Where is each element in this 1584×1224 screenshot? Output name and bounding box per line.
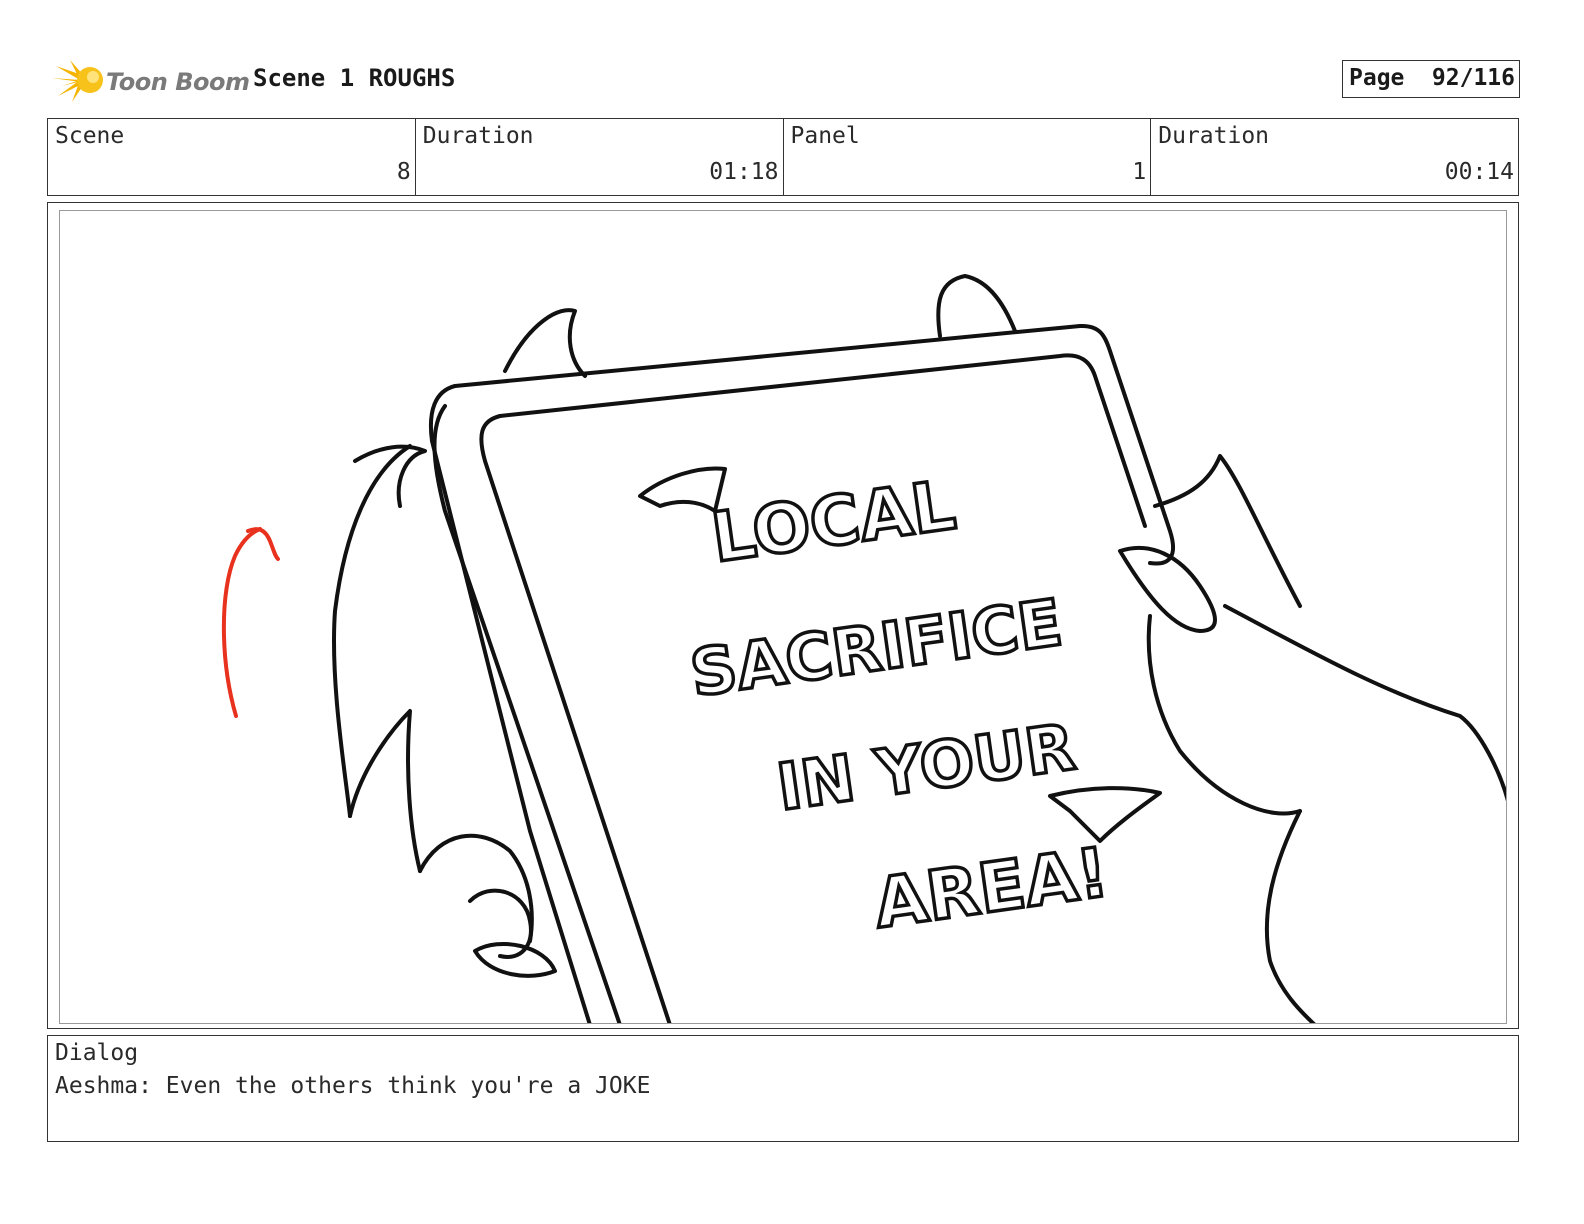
scene-title: Scene 1 ROUGHS [253, 64, 456, 92]
right-hand [1146, 614, 1302, 816]
logo-text: Toon Boom [106, 68, 250, 96]
sign-line-1: LOCAL [707, 466, 960, 578]
toon-boom-logo: Toon Boom [52, 56, 250, 104]
page-indicator: Page 92/116 [1342, 60, 1520, 98]
scene-cell: Scene 8 [48, 119, 416, 195]
right-arm [1223, 604, 1506, 802]
dialog-box: Dialog Aeshma: Even the others think you… [47, 1035, 1519, 1142]
sign-line-3: IN YOUR [773, 711, 1080, 826]
sign-line-2: SACRIFICE [686, 586, 1067, 711]
screen-left [479, 414, 672, 1023]
sign-line-4: AREA! [870, 833, 1114, 944]
page-label: Page [1349, 65, 1405, 91]
sign-right-batwing [1048, 786, 1162, 843]
left-wing-spur [348, 709, 422, 873]
scene-duration-label: Duration [422, 123, 534, 149]
storyboard-panel: LOCAL SACRIFICE IN YOUR AREA! [47, 202, 1519, 1029]
panel-duration-cell: Duration 00:14 [1151, 119, 1518, 195]
panel-value: 1 [1132, 159, 1147, 185]
panel-drawing: LOCAL SACRIFICE IN YOUR AREA! [221, 274, 1506, 1023]
scene-duration-cell: Duration 01:18 [416, 119, 784, 195]
storyboard-header: Toon Boom Scene 1 ROUGHS Page 92/116 [48, 52, 1520, 104]
scene-value: 8 [396, 159, 411, 185]
phone-side [432, 404, 622, 1023]
right-wrist [1264, 809, 1316, 1023]
page-number: 92/116 [1431, 65, 1515, 91]
right-wing [1153, 454, 1302, 608]
dialog-text: Aeshma: Even the others think you're a J… [55, 1073, 651, 1099]
dialog-label: Dialog [55, 1040, 139, 1066]
right-horn [936, 274, 1017, 338]
panel-duration-label: Duration [1158, 123, 1270, 149]
panel-frame: LOCAL SACRIFICE IN YOUR AREA! [59, 210, 1507, 1024]
scene-duration-value: 01:18 [709, 159, 779, 185]
left-claw-2 [473, 942, 557, 978]
left-horn [503, 308, 587, 378]
scene-label: Scene [55, 123, 125, 149]
panel-duration-value: 00:14 [1444, 159, 1514, 185]
panel-info-table: Scene 8 Duration 01:18 Panel 1 Duration … [47, 118, 1519, 196]
panel-cell: Panel 1 [784, 119, 1152, 195]
panel-label: Panel [790, 123, 860, 149]
motion-arrow-icon [221, 527, 280, 718]
starburst-icon [52, 60, 103, 102]
left-hand [418, 833, 534, 943]
